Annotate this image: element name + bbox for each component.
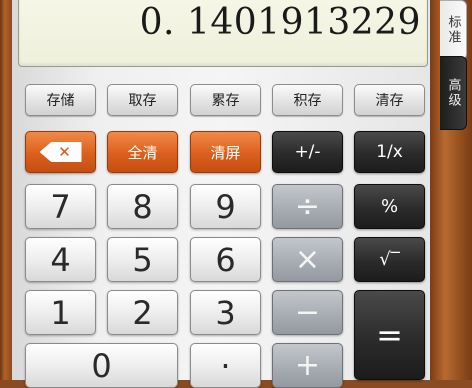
tab-advanced[interactable]: 高级 xyxy=(440,56,467,130)
plus-button[interactable]: + xyxy=(272,343,343,388)
clear-all-button[interactable]: 全清 xyxy=(107,131,178,173)
digit-2-button[interactable]: 2 xyxy=(107,290,178,335)
wood-frame-left xyxy=(0,0,12,380)
backspace-icon: ✕ xyxy=(39,142,82,162)
equals-button[interactable]: = xyxy=(354,290,425,380)
sqrt-button[interactable]: √‾ xyxy=(354,237,425,282)
display-value: 0. 1401913229 xyxy=(139,2,421,43)
digit-1-button[interactable]: 1 xyxy=(25,290,96,335)
digit-5-button[interactable]: 5 xyxy=(107,237,178,282)
digit-8-button[interactable]: 8 xyxy=(107,184,178,229)
reciprocal-button[interactable]: 1/x xyxy=(354,131,425,173)
backspace-button[interactable]: ✕ xyxy=(25,131,96,173)
sign-toggle-button[interactable]: +/- xyxy=(272,131,343,173)
memory-store-button[interactable]: 存储 xyxy=(25,84,96,116)
memory-clear-button[interactable]: 清存 xyxy=(354,84,425,116)
percent-button[interactable]: % xyxy=(354,184,425,229)
memory-recall-button[interactable]: 取存 xyxy=(107,84,178,116)
digit-3-button[interactable]: 3 xyxy=(190,290,261,335)
digit-0-button[interactable]: 0 xyxy=(25,343,178,388)
memory-add-button[interactable]: 累存 xyxy=(190,84,261,116)
digit-6-button[interactable]: 6 xyxy=(190,237,261,282)
memory-multiply-button[interactable]: 积存 xyxy=(272,84,343,116)
multiply-button[interactable]: × xyxy=(272,237,343,282)
digit-9-button[interactable]: 9 xyxy=(190,184,261,229)
decimal-point-button[interactable]: · xyxy=(190,343,261,388)
digit-7-button[interactable]: 7 xyxy=(25,184,96,229)
digit-4-button[interactable]: 4 xyxy=(25,237,96,282)
minus-button[interactable]: − xyxy=(272,290,343,335)
display-screen: 0. 1401913229 xyxy=(18,0,428,67)
tab-standard[interactable]: 标准 xyxy=(440,0,467,60)
clear-screen-button[interactable]: 清屏 xyxy=(190,131,261,173)
divide-button[interactable]: ÷ xyxy=(272,184,343,229)
